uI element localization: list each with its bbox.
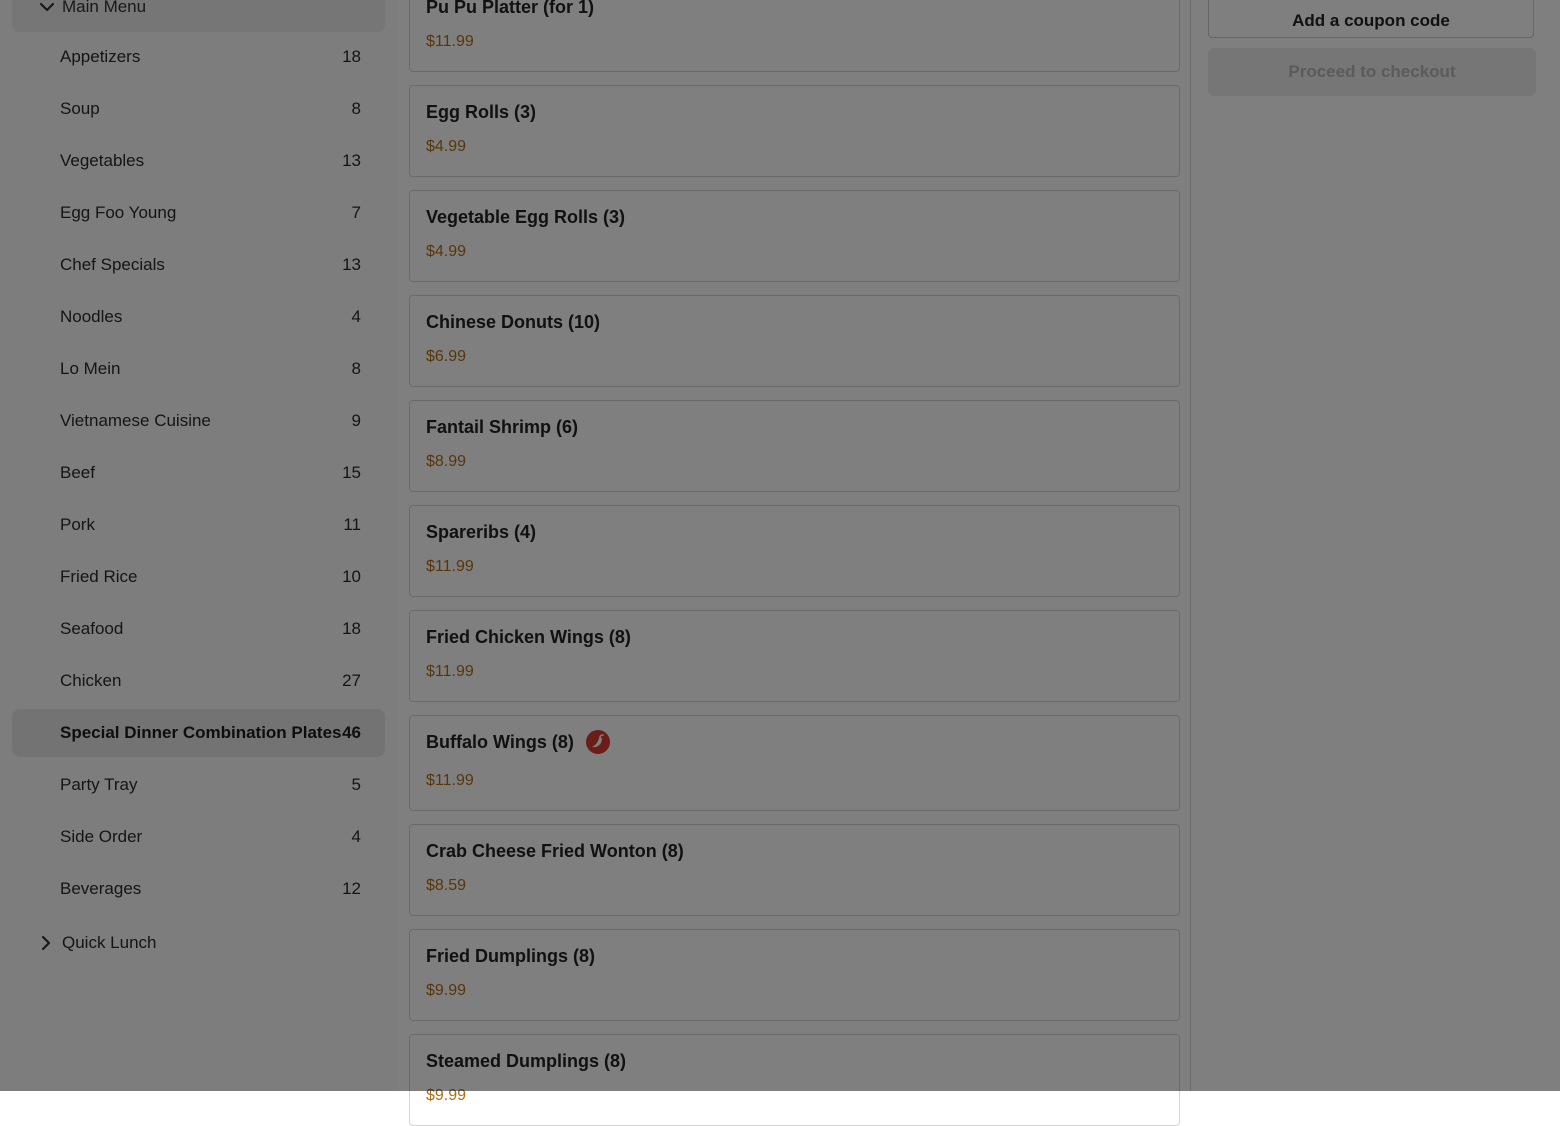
modal-backdrop-overlay[interactable] xyxy=(0,0,1560,1091)
